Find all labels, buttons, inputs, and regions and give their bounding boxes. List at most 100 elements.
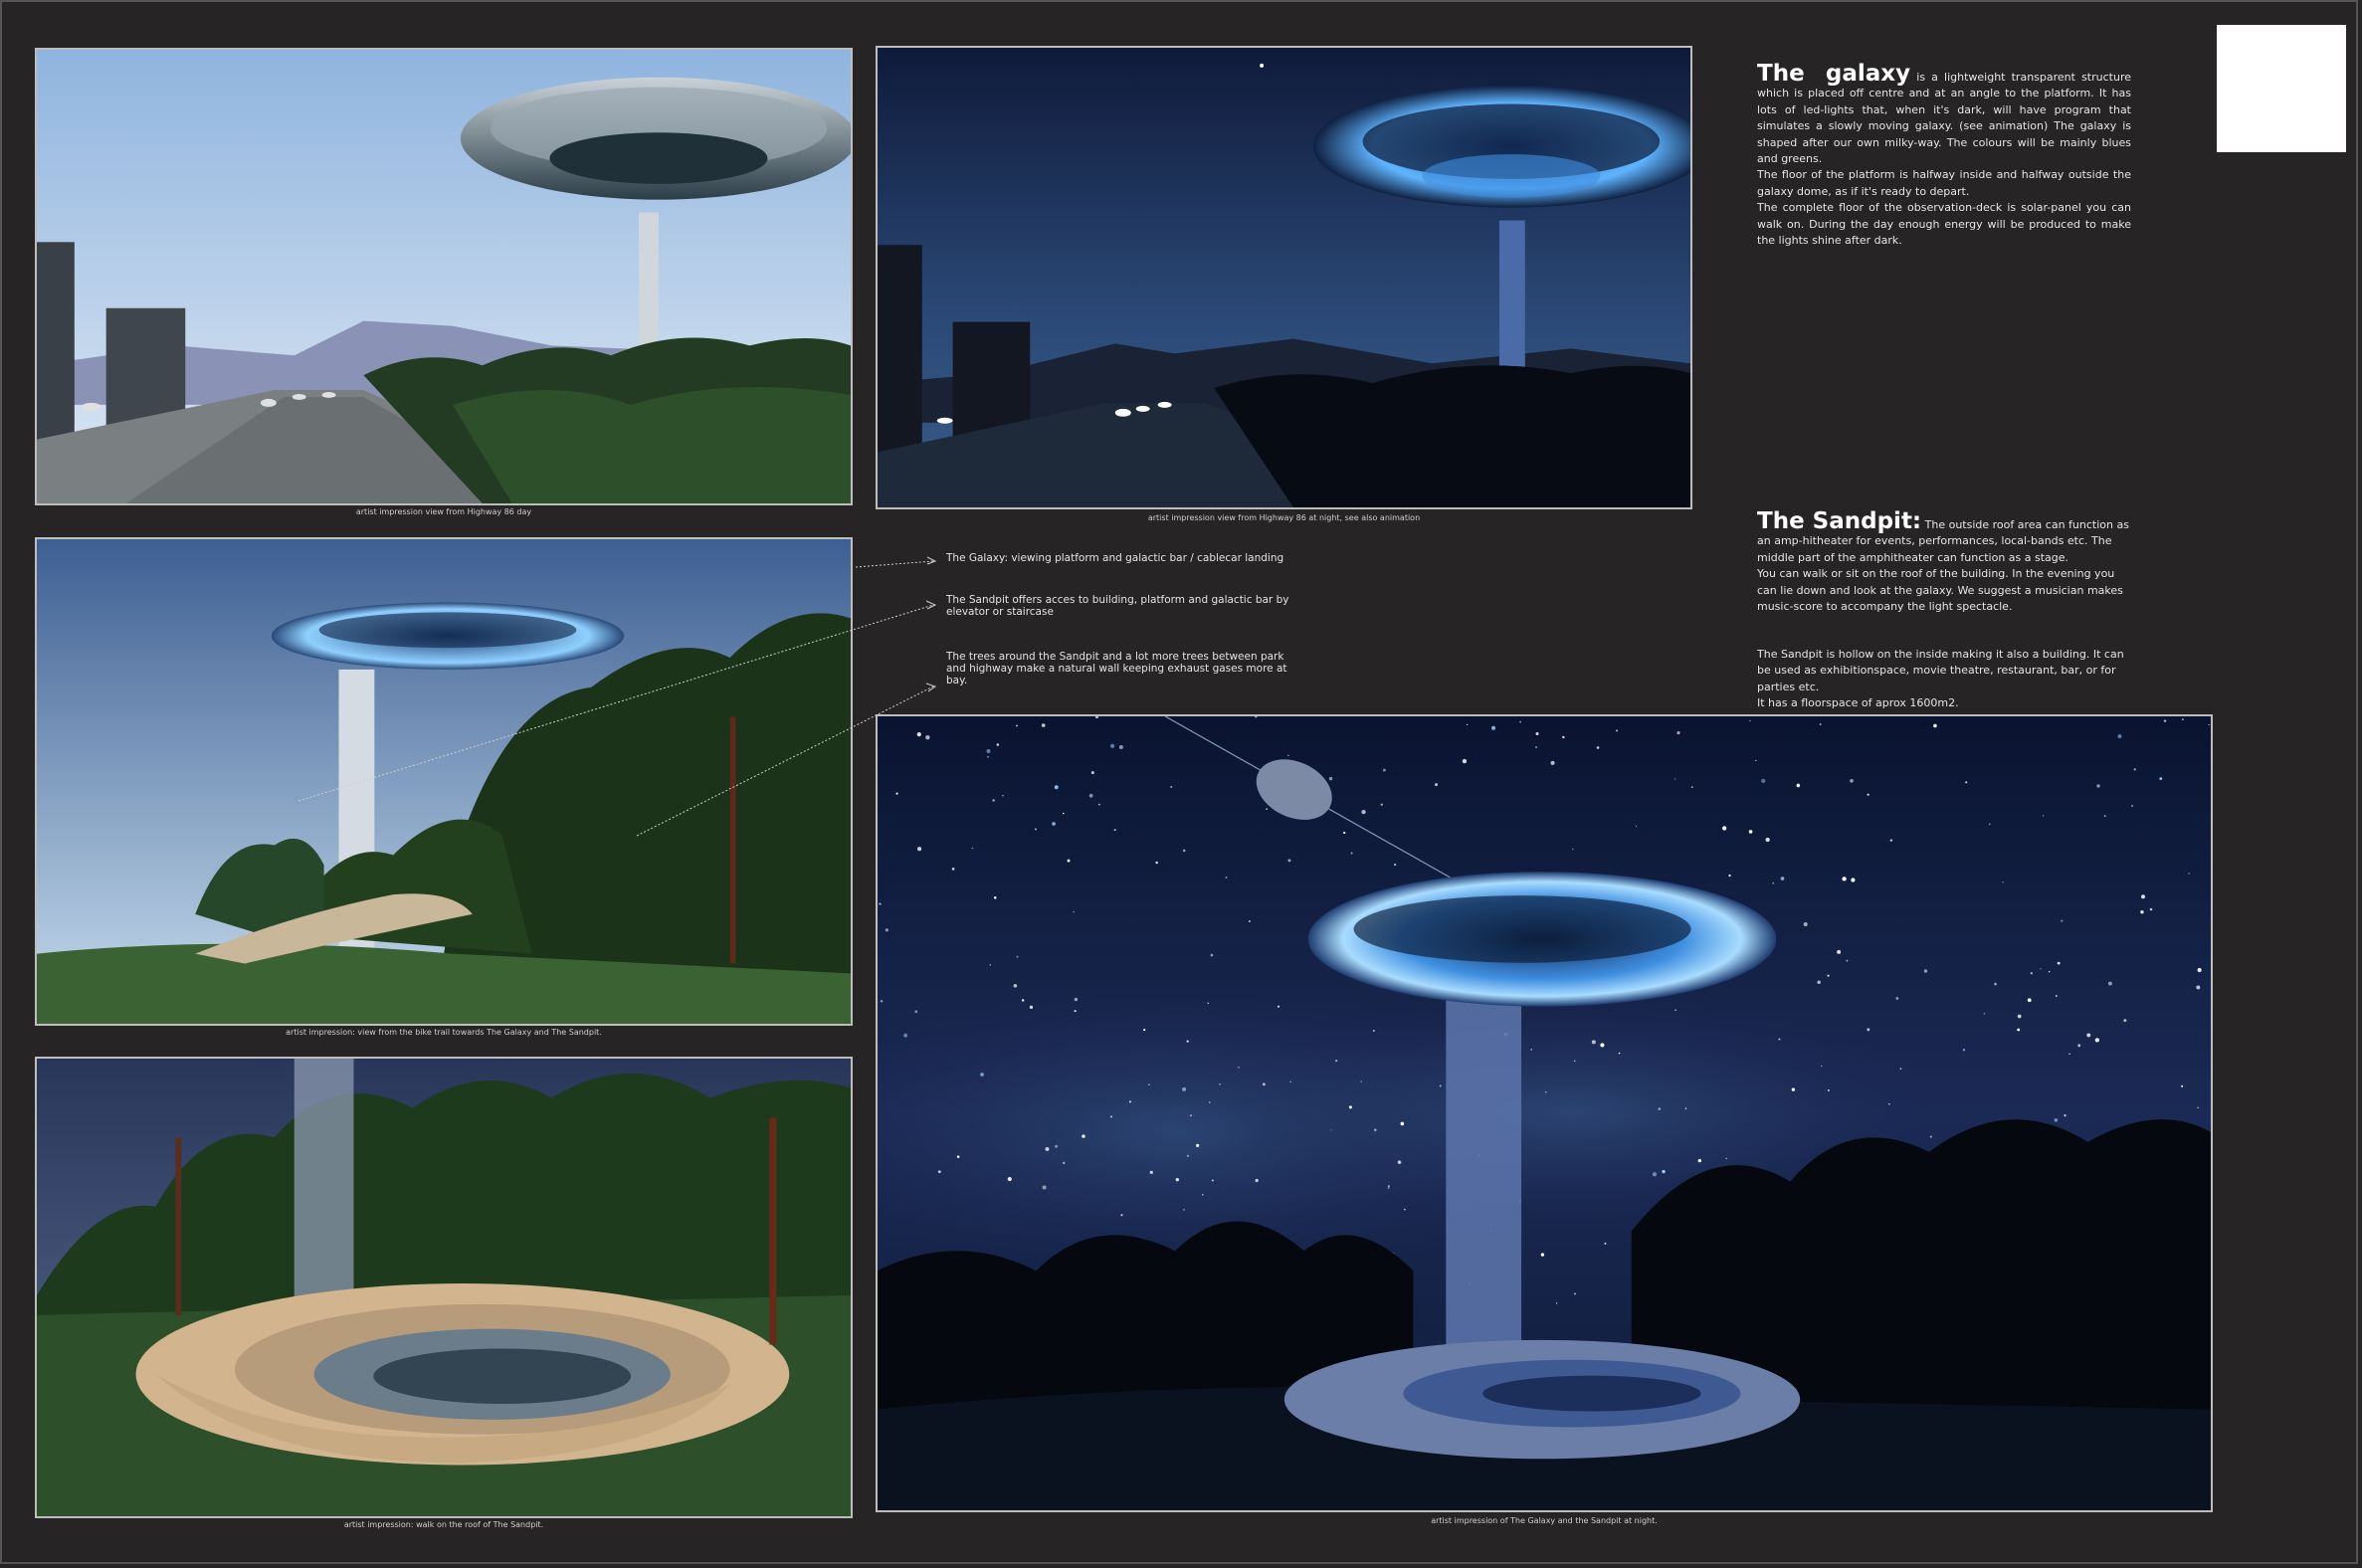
caption-sandpit-roof: artist impression: walk on the roof of T… <box>343 1520 544 1529</box>
star <box>1983 1012 1986 1015</box>
star <box>1819 723 1822 726</box>
star <box>2149 907 2153 911</box>
star <box>1196 1143 1200 1147</box>
star <box>1755 759 1757 761</box>
star <box>1186 1154 1190 1157</box>
star <box>1225 876 1228 879</box>
sandpit-floorspace: It has a floorspace of aprox 1600m2. <box>1757 696 1959 710</box>
star <box>1394 863 1397 867</box>
star <box>1817 980 1821 985</box>
star <box>1029 1005 1034 1009</box>
star <box>1149 1170 1153 1175</box>
star <box>1387 1186 1390 1190</box>
star <box>1673 778 1676 780</box>
star <box>903 1033 908 1038</box>
star <box>1618 1052 1621 1055</box>
star <box>1748 830 1753 834</box>
star <box>1652 1172 1658 1177</box>
star <box>1202 1193 1204 1196</box>
caption-highway-night: artist impression view from Highway 86 a… <box>1147 513 1421 522</box>
star <box>1063 1161 1066 1165</box>
note-sandpit-access: The Sandpit offers acces to building, pl… <box>946 594 1289 618</box>
star <box>1690 786 1693 789</box>
star <box>1439 1084 1442 1087</box>
star <box>1074 997 1079 1002</box>
star <box>1350 852 1353 855</box>
star <box>2163 719 2167 722</box>
star <box>1170 785 1173 788</box>
star <box>1534 745 1538 749</box>
star <box>2054 1118 2059 1122</box>
star <box>2086 1033 2091 1038</box>
star <box>2094 1038 2100 1043</box>
star <box>956 1155 960 1159</box>
star <box>1591 1040 1596 1045</box>
sandpit-building-info: The Sandpit is hollow on the inside maki… <box>1757 647 2131 712</box>
star <box>1074 1010 1077 1013</box>
star <box>1287 859 1291 863</box>
star <box>992 799 995 802</box>
star <box>2055 995 2058 997</box>
star <box>2061 919 2064 922</box>
star <box>1182 849 1186 853</box>
star <box>1175 1177 1180 1182</box>
star <box>880 1000 884 1003</box>
star <box>2096 784 2100 788</box>
star <box>1462 758 1468 764</box>
star <box>2040 967 2042 970</box>
star <box>1684 1107 1687 1109</box>
star <box>2103 815 2106 817</box>
star <box>1343 831 1346 835</box>
star <box>2057 961 2061 965</box>
star <box>1434 783 1439 787</box>
star <box>1725 1157 1728 1160</box>
star <box>1846 959 1849 962</box>
star <box>2140 910 2144 914</box>
render-sandpit-roof <box>35 1057 853 1518</box>
star <box>1851 878 1856 882</box>
star <box>1674 1009 1676 1011</box>
star <box>2197 1106 2200 1109</box>
star <box>1021 999 1025 1002</box>
star <box>2048 971 2051 973</box>
star <box>1397 1160 1402 1164</box>
star <box>2064 1114 2067 1117</box>
star <box>1360 1080 1362 1082</box>
star <box>1262 1082 1266 1086</box>
star <box>1491 725 1496 730</box>
star <box>2140 894 2146 899</box>
galaxy-solar: The complete floor of the observation-de… <box>1757 201 2131 248</box>
star <box>2117 734 2122 739</box>
star <box>1994 982 1997 986</box>
caption-bike-trail: artist impression: view from the bike tr… <box>286 1028 602 1037</box>
star <box>2107 981 2112 986</box>
star <box>1007 1176 1012 1182</box>
star <box>1248 920 1251 922</box>
star <box>917 847 922 852</box>
star <box>1380 803 1383 806</box>
star <box>1778 1038 1781 1041</box>
star <box>2182 718 2184 720</box>
star <box>1850 778 1854 783</box>
star <box>1088 793 1093 798</box>
star <box>1073 910 1075 913</box>
star <box>916 732 921 737</box>
star <box>1110 743 1115 748</box>
star <box>1328 776 1333 781</box>
star <box>1604 1242 1607 1245</box>
star <box>937 1170 941 1174</box>
star <box>1382 768 1386 772</box>
star <box>1183 1208 1185 1211</box>
star <box>1837 949 1842 954</box>
star <box>1109 1115 1113 1118</box>
star <box>993 896 997 899</box>
star <box>1148 1083 1150 1086</box>
galaxy-heading: The galaxy <box>1757 61 1911 87</box>
caption-galaxy-sandpit-night: artist impression of The Galaxy and the … <box>1431 1516 1658 1525</box>
star <box>1728 874 1731 878</box>
star <box>1530 1049 1532 1051</box>
star <box>914 1010 918 1014</box>
star <box>1962 1049 1966 1052</box>
star <box>1041 723 1046 727</box>
star <box>989 964 991 966</box>
